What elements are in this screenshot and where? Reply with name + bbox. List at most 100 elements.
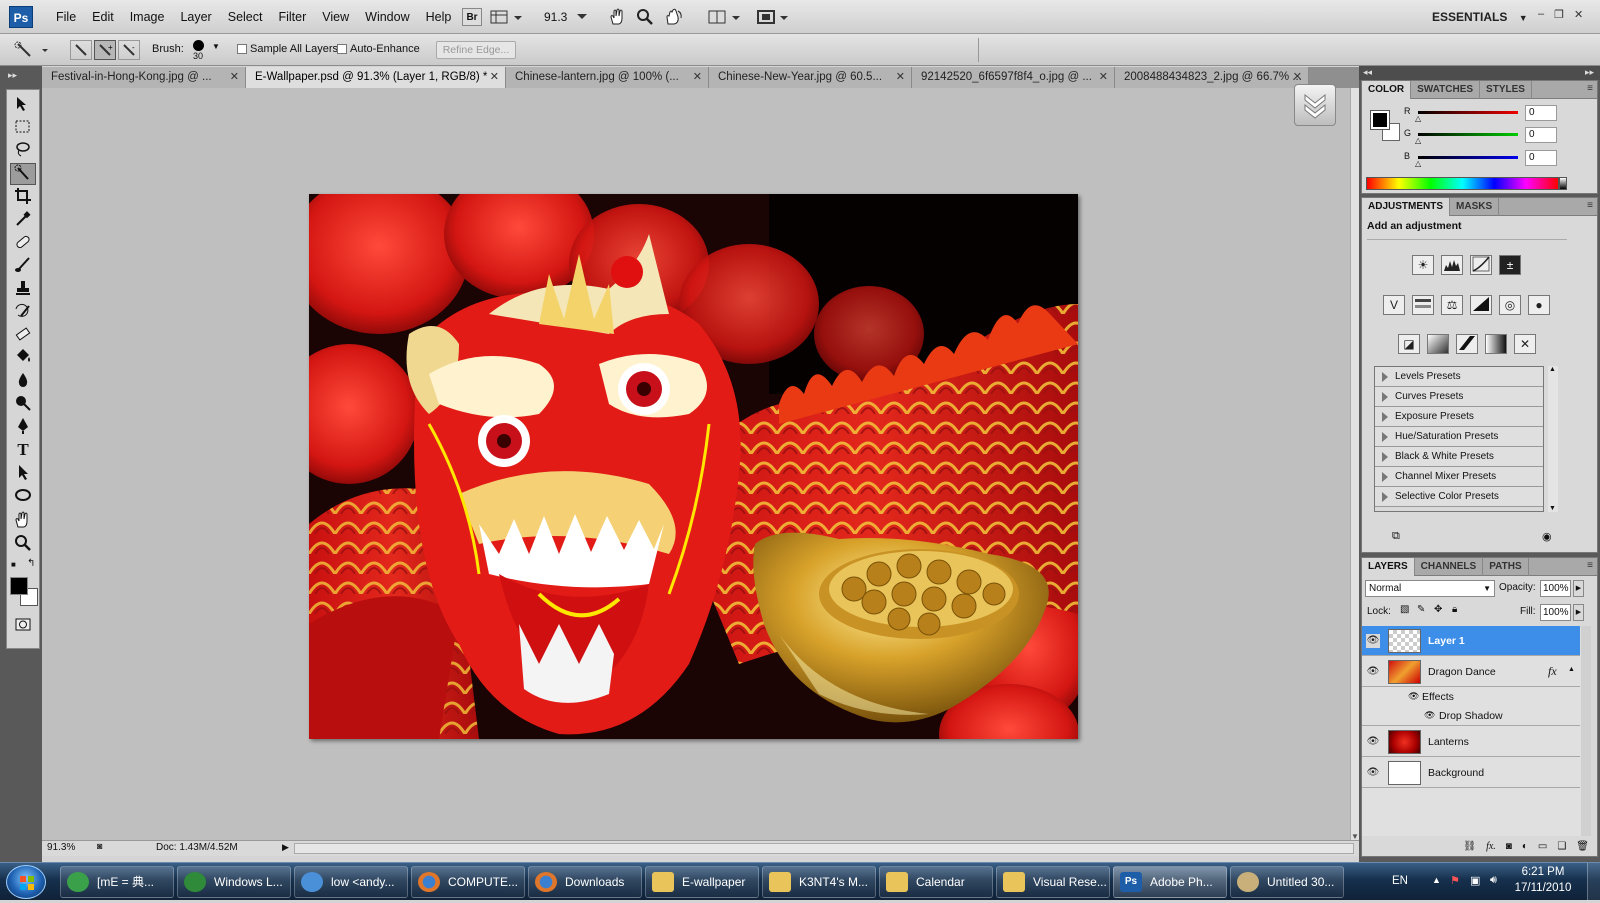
- visibility-eye-icon[interactable]: 👁︎: [1366, 665, 1380, 679]
- preset-channel-mixer[interactable]: Channel Mixer Presets: [1375, 467, 1543, 487]
- fill-field[interactable]: 100%: [1540, 604, 1571, 621]
- taskbar-item-adobe-photoshop[interactable]: Ps Adobe Ph...: [1113, 866, 1227, 898]
- collapse-arrows-icon[interactable]: ▸▸: [1585, 67, 1594, 78]
- preset-curves[interactable]: Curves Presets: [1375, 387, 1543, 407]
- brightness-contrast-icon[interactable]: ☀: [1412, 255, 1434, 275]
- quick-selection-tool[interactable]: [10, 163, 36, 185]
- close-icon[interactable]: ✕: [896, 67, 905, 88]
- layer-row-lanterns[interactable]: 👁︎ Lanterns: [1362, 727, 1580, 757]
- menu-select[interactable]: Select: [220, 0, 271, 34]
- type-tool[interactable]: T: [10, 439, 36, 461]
- curves-icon[interactable]: [1470, 255, 1492, 275]
- path-selection-tool[interactable]: [10, 462, 36, 484]
- swap-colors-icon[interactable]: ↰: [27, 558, 35, 569]
- invert-icon[interactable]: ◪: [1398, 334, 1420, 354]
- visibility-eye-icon[interactable]: 👁︎: [1366, 735, 1380, 749]
- taskbar-item-visual-research[interactable]: Visual Rese...: [996, 866, 1110, 898]
- tab-92142520[interactable]: 92142520_6f6597f8f4_o.jpg @ ... ✕: [912, 67, 1115, 88]
- status-menu-arrow-icon[interactable]: ▶: [282, 842, 289, 853]
- panel-collapse-button[interactable]: [1294, 84, 1336, 126]
- menu-window[interactable]: Window: [357, 0, 417, 34]
- crop-tool[interactable]: [10, 186, 36, 208]
- new-adjustment-icon[interactable]: ◐: [1522, 838, 1528, 856]
- zoom-level-dropdown[interactable]: 91.3: [544, 8, 589, 26]
- taskbar-item-k3nt4[interactable]: K3NT4's M...: [762, 866, 876, 898]
- zoom-tool-button[interactable]: [636, 8, 654, 26]
- panel-menu-icon[interactable]: ≡: [1587, 560, 1593, 571]
- return-to-list-icon[interactable]: ⧉: [1392, 530, 1400, 543]
- clock-time[interactable]: 6:21 PM: [1508, 866, 1578, 878]
- sample-all-layers-checkbox[interactable]: Sample All Layers: [237, 43, 338, 55]
- posterize-icon[interactable]: [1427, 334, 1449, 354]
- tab-swatches[interactable]: SWATCHES: [1411, 81, 1481, 99]
- show-hidden-icons-icon[interactable]: ▲: [1432, 875, 1441, 885]
- lasso-tool[interactable]: [10, 140, 36, 162]
- marquee-tool[interactable]: [10, 117, 36, 139]
- close-icon[interactable]: ✕: [693, 67, 702, 88]
- restore-icon[interactable]: ❐: [1554, 8, 1564, 21]
- menu-image[interactable]: Image: [122, 0, 173, 34]
- clip-layer-icon[interactable]: ◉: [1542, 530, 1552, 543]
- tab-adjustments[interactable]: ADJUSTMENTS: [1362, 198, 1451, 216]
- status-info-icon[interactable]: ◙: [97, 841, 111, 855]
- fill-slider-arrow-icon[interactable]: ▶: [1573, 604, 1584, 621]
- hand-tool-button[interactable]: [608, 8, 626, 26]
- menu-help[interactable]: Help: [418, 0, 460, 34]
- lock-transparency-icon[interactable]: ▧: [1400, 604, 1409, 615]
- preset-selective-color[interactable]: Selective Color Presets: [1375, 487, 1543, 507]
- brush-tool[interactable]: [10, 255, 36, 277]
- slider-thumb-icon[interactable]: △: [1415, 114, 1421, 123]
- preset-exposure[interactable]: Exposure Presets: [1375, 407, 1543, 427]
- panel-menu-icon[interactable]: ≡: [1587, 200, 1593, 211]
- slider-thumb-icon[interactable]: △: [1415, 159, 1421, 168]
- bridge-button[interactable]: Br: [462, 8, 482, 26]
- slider-thumb-icon[interactable]: △: [1415, 136, 1421, 145]
- opacity-field[interactable]: 100%: [1540, 580, 1571, 597]
- brush-picker[interactable]: 30 ▼: [188, 38, 222, 62]
- menu-layer[interactable]: Layer: [172, 0, 219, 34]
- tab-festival-in-hong-kong[interactable]: Festival-in-Hong-Kong.jpg @ ... ✕: [42, 67, 246, 88]
- expand-effects-icon[interactable]: ▲: [1568, 666, 1575, 673]
- healing-brush-tool[interactable]: [10, 232, 36, 254]
- new-layer-icon[interactable]: ❑: [1557, 838, 1566, 856]
- gradient-map-icon[interactable]: [1485, 334, 1507, 354]
- taskbar-item-messenger[interactable]: [mE = 典...: [60, 866, 174, 898]
- tool-preset-picker[interactable]: [12, 40, 52, 60]
- move-tool[interactable]: [10, 94, 36, 116]
- link-layers-icon[interactable]: ⛓︎: [1463, 838, 1476, 856]
- menu-file[interactable]: File: [48, 0, 84, 34]
- add-to-selection-button[interactable]: +: [94, 40, 116, 60]
- tab-chinese-new-year[interactable]: Chinese-New-Year.jpg @ 60.5... ✕: [709, 67, 912, 88]
- foreground-color-chip[interactable]: [1370, 110, 1390, 130]
- photo-filter-icon[interactable]: ◎: [1499, 295, 1521, 315]
- clone-stamp-tool[interactable]: [10, 278, 36, 300]
- zoom-tool[interactable]: [10, 533, 36, 555]
- quick-mask-button[interactable]: [10, 614, 36, 636]
- blend-mode-select[interactable]: Normal ▼: [1365, 580, 1495, 597]
- tab-masks[interactable]: MASKS: [1450, 198, 1500, 216]
- subtract-selection-button[interactable]: -: [118, 40, 140, 60]
- tab-e-wallpaper[interactable]: E-Wallpaper.psd @ 91.3% (Layer 1, RGB/8)…: [246, 67, 506, 88]
- threshold-icon[interactable]: [1456, 334, 1478, 354]
- add-style-icon[interactable]: fx.: [1486, 838, 1496, 856]
- preset-black-white[interactable]: Black & White Presets: [1375, 447, 1543, 467]
- black-white-icon[interactable]: [1470, 295, 1492, 315]
- collapse-arrows-icon[interactable]: ▸▸: [8, 70, 17, 81]
- visibility-eye-icon[interactable]: 👁︎: [1366, 634, 1380, 648]
- lock-all-icon[interactable]: 🔒︎: [1452, 604, 1457, 615]
- menu-view[interactable]: View: [314, 0, 357, 34]
- pen-tool[interactable]: [10, 416, 36, 438]
- refine-edge-button[interactable]: Refine Edge...: [436, 41, 516, 59]
- action-center-icon[interactable]: ⚑: [1450, 874, 1460, 887]
- panel-menu-icon[interactable]: ≡: [1587, 83, 1593, 94]
- tab-chinese-lantern[interactable]: Chinese-lantern.jpg @ 100% (... ✕: [506, 67, 709, 88]
- layers-scrollbar[interactable]: [1581, 626, 1591, 836]
- foreground-color-swatch[interactable]: [10, 577, 28, 595]
- screen-mode-button[interactable]: [756, 8, 792, 26]
- eraser-tool[interactable]: [10, 324, 36, 346]
- close-icon[interactable]: ✕: [1099, 67, 1108, 88]
- effects-row[interactable]: 👁︎ Effects: [1362, 688, 1580, 707]
- taskbar-item-e-wallpaper[interactable]: E-wallpaper: [645, 866, 759, 898]
- tab-layers[interactable]: LAYERS: [1362, 558, 1415, 576]
- vibrance-icon[interactable]: V: [1383, 295, 1405, 315]
